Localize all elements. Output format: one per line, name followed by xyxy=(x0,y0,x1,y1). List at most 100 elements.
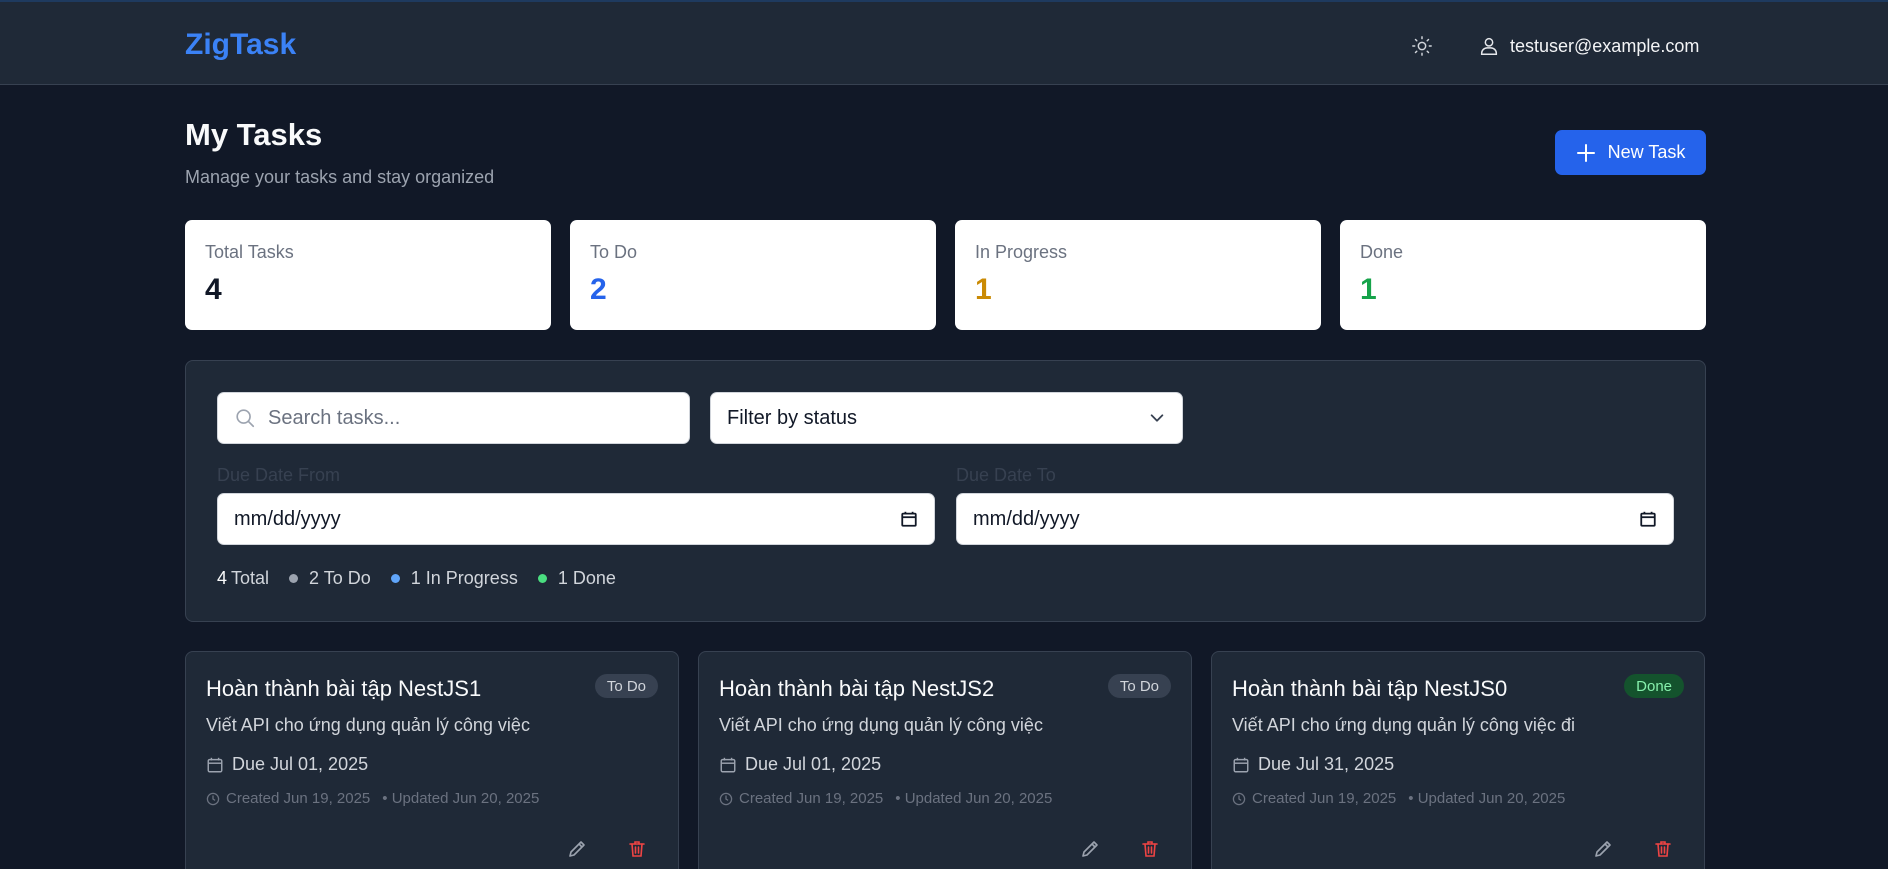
page-title: My Tasks xyxy=(185,117,323,152)
top-navbar: ZigTask testuser@example.com xyxy=(0,0,1888,85)
delete-button[interactable] xyxy=(1137,836,1163,862)
due-to-input[interactable]: mm/dd/yyyy xyxy=(956,493,1674,545)
user-email: testuser@example.com xyxy=(1510,35,1700,56)
edit-button[interactable] xyxy=(1590,836,1616,862)
clock-icon xyxy=(719,792,733,805)
task-due-text: Due Jul 31, 2025 xyxy=(1258,754,1395,774)
task-actions xyxy=(1077,836,1163,862)
task-title[interactable]: Hoàn thành bài tập NestJS2 xyxy=(719,676,994,702)
calendar-icon xyxy=(1233,757,1249,772)
plus-icon xyxy=(1576,143,1595,162)
page-subtitle: Manage your tasks and stay organized xyxy=(185,167,495,187)
edit-button[interactable] xyxy=(1077,836,1103,862)
edit-button[interactable] xyxy=(564,836,590,862)
task-summary: 4 Total 2 To Do 1 In Progress 1 Done xyxy=(217,568,636,589)
calendar-icon xyxy=(720,757,736,772)
stat-label: Total Tasks xyxy=(205,242,294,262)
stat-label: Done xyxy=(1360,242,1404,262)
summary-done: 1 Done xyxy=(537,568,616,589)
stat-label: In Progress xyxy=(975,242,1068,262)
stat-card-in-progress: In Progress 1 xyxy=(955,220,1321,330)
search-input[interactable] xyxy=(268,406,668,430)
new-task-button[interactable]: New Task xyxy=(1555,130,1706,175)
task-actions xyxy=(1590,836,1676,862)
delete-button[interactable] xyxy=(624,836,650,862)
trash-icon xyxy=(629,841,645,857)
task-card[interactable]: Hoàn thành bài tập NestJS0 Done Viết API… xyxy=(1211,651,1705,869)
task-due-text: Due Jul 01, 2025 xyxy=(745,754,882,774)
delete-button[interactable] xyxy=(1650,836,1676,862)
theme-toggle-button[interactable] xyxy=(1408,32,1436,60)
filter-panel: Filter by status Due Date From mm/dd/yyy… xyxy=(185,360,1706,622)
calendar-icon[interactable] xyxy=(900,510,918,528)
new-task-label: New Task xyxy=(1607,142,1686,162)
task-description: Viết API cho ứng dụng quản lý công việc xyxy=(719,715,1043,735)
stat-card-todo: To Do 2 xyxy=(570,220,936,330)
summary-in-progress-label: 1 In Progress xyxy=(410,568,518,588)
clock-icon xyxy=(1232,792,1246,805)
user-menu[interactable]: testuser@example.com xyxy=(1478,32,1699,60)
summary-in-progress: 1 In Progress xyxy=(390,568,518,589)
stat-value: 4 xyxy=(205,273,222,306)
task-updated: • Updated Jun 20, 2025 xyxy=(382,790,540,807)
trash-icon xyxy=(1142,841,1158,857)
calendar-icon xyxy=(207,757,223,772)
sun-icon xyxy=(1412,36,1432,56)
search-icon xyxy=(236,409,255,428)
summary-total-count: 4 xyxy=(217,568,228,588)
status-badge: Done xyxy=(1624,674,1684,698)
task-due-date: Due Jul 01, 2025 xyxy=(719,754,881,775)
task-created: Created Jun 19, 2025 xyxy=(226,790,371,807)
stat-value: 1 xyxy=(975,273,992,306)
task-card[interactable]: Hoàn thành bài tập NestJS1 To Do Viết AP… xyxy=(185,651,679,869)
due-from-input[interactable]: mm/dd/yyyy xyxy=(217,493,935,545)
status-badge: To Do xyxy=(1107,674,1171,698)
pencil-icon xyxy=(1082,841,1098,857)
summary-done-label: 1 Done xyxy=(557,568,616,588)
calendar-icon[interactable] xyxy=(1639,510,1657,528)
pencil-icon xyxy=(569,841,585,857)
task-updated: • Updated Jun 20, 2025 xyxy=(1408,790,1566,807)
app-logo[interactable]: ZigTask xyxy=(185,28,296,62)
task-meta: Created Jun 19, 2025 • Updated Jun 20, 2… xyxy=(206,790,539,807)
due-to-label: Due Date To xyxy=(956,465,1056,485)
trash-icon xyxy=(1655,841,1671,857)
task-actions xyxy=(564,836,650,862)
task-title[interactable]: Hoàn thành bài tập NestJS1 xyxy=(206,676,481,702)
task-description: Viết API cho ứng dụng quản lý công việc … xyxy=(1232,715,1575,735)
status-select-value: Filter by status xyxy=(727,406,858,429)
task-card[interactable]: Hoàn thành bài tập NestJS2 To Do Viết AP… xyxy=(698,651,1192,869)
stat-card-total: Total Tasks 4 xyxy=(185,220,551,330)
stat-card-done: Done 1 xyxy=(1340,220,1706,330)
stat-value: 1 xyxy=(1360,273,1377,306)
user-icon xyxy=(1480,37,1498,55)
search-box[interactable] xyxy=(217,392,690,444)
stat-label: To Do xyxy=(590,242,638,262)
task-description: Viết API cho ứng dụng quản lý công việc xyxy=(206,715,530,735)
task-due-date: Due Jul 31, 2025 xyxy=(1232,754,1394,775)
status-dot-icon xyxy=(289,574,299,583)
status-dot-icon xyxy=(390,574,400,583)
summary-total-label: Total xyxy=(231,568,270,588)
due-to-value: mm/dd/yyyy xyxy=(973,507,1080,530)
clock-icon xyxy=(206,792,220,805)
summary-todo: 2 To Do xyxy=(289,568,371,589)
summary-total: 4 Total xyxy=(217,568,269,589)
task-meta: Created Jun 19, 2025 • Updated Jun 20, 2… xyxy=(1232,790,1565,807)
due-from-label: Due Date From xyxy=(217,465,341,485)
status-dot-icon xyxy=(537,574,547,583)
task-title[interactable]: Hoàn thành bài tập NestJS0 xyxy=(1232,676,1507,702)
task-due-date: Due Jul 01, 2025 xyxy=(206,754,368,775)
due-from-value: mm/dd/yyyy xyxy=(234,507,341,530)
task-created: Created Jun 19, 2025 xyxy=(1252,790,1397,807)
task-meta: Created Jun 19, 2025 • Updated Jun 20, 2… xyxy=(719,790,1052,807)
task-created: Created Jun 19, 2025 xyxy=(739,790,884,807)
summary-todo-label: 2 To Do xyxy=(309,568,371,588)
chevron-down-icon xyxy=(1150,414,1164,422)
stat-value: 2 xyxy=(590,273,607,306)
task-updated: • Updated Jun 20, 2025 xyxy=(895,790,1053,807)
status-badge: To Do xyxy=(594,674,658,698)
status-filter-select[interactable]: Filter by status xyxy=(710,392,1183,444)
pencil-icon xyxy=(1595,841,1611,857)
task-due-text: Due Jul 01, 2025 xyxy=(232,754,369,774)
